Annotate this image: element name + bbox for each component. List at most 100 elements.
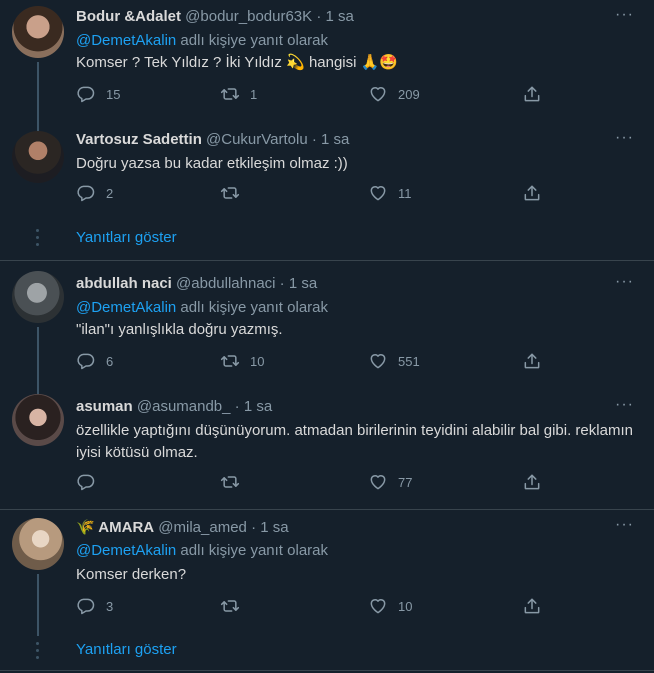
retweet-button[interactable]: 1	[220, 84, 257, 104]
reply-button[interactable]: 2	[76, 183, 113, 203]
tweet-header: 🌾 AMARA @mila_amed · 1 sa	[76, 518, 289, 536]
tweet-text: özellikle yaptığını düşünüyorum. atmadan…	[76, 422, 633, 461]
display-name[interactable]: asuman	[76, 398, 133, 415]
share-button[interactable]	[522, 84, 542, 104]
avatar[interactable]	[12, 518, 64, 570]
share-icon	[522, 183, 542, 203]
display-name[interactable]: abdullah naci	[76, 275, 172, 292]
retweet-count: 10	[250, 353, 265, 369]
retweet-icon	[220, 351, 240, 371]
retweet-button[interactable]	[220, 472, 250, 492]
username[interactable]: @bodur_bodur63K	[185, 8, 312, 25]
reply-button[interactable]: 15	[76, 84, 120, 104]
share-icon	[522, 84, 542, 104]
retweet-icon	[220, 472, 240, 492]
reply-icon	[76, 351, 96, 371]
tweet-header: asuman @asumandb_ · 1 sa	[76, 398, 272, 415]
share-button[interactable]	[522, 472, 542, 492]
display-name[interactable]: Vartosuz Sadettin	[76, 131, 202, 148]
separator-dot: ·	[251, 519, 257, 536]
like-count: 11	[398, 185, 412, 201]
tweet[interactable]: Vartosuz Sadettin @CukurVartolu · 1 sa ·…	[0, 125, 654, 260]
mention-link[interactable]: @DemetAkalin	[76, 542, 176, 559]
tweet[interactable]: asuman @asumandb_ · 1 sa ··· özellikle y…	[0, 390, 654, 509]
display-name[interactable]: Bodur &Adalet	[76, 8, 181, 25]
like-icon	[368, 351, 388, 371]
tweet[interactable]: Bodur &Adalet @bodur_bodur63K · 1 sa ···…	[0, 0, 654, 125]
like-button[interactable]: 209	[368, 84, 420, 104]
reply-context-label: adlı kişiye yanıt olarak	[176, 542, 329, 559]
reply-button[interactable]	[76, 472, 106, 492]
more-icon[interactable]: ···	[615, 516, 634, 534]
more-icon[interactable]: ···	[615, 129, 634, 147]
username[interactable]: @abdullahnaci	[176, 275, 275, 292]
tweet-actions: 15 1 209	[76, 84, 556, 108]
tweet[interactable]: 🌾 AMARA @mila_amed · 1 sa ··· @DemetAkal…	[0, 510, 654, 673]
avatar[interactable]	[12, 271, 64, 323]
thread-line	[37, 62, 39, 125]
timestamp[interactable]: 1 sa	[260, 519, 288, 536]
like-button[interactable]: 10	[368, 596, 412, 616]
thread-line	[37, 327, 39, 390]
username[interactable]: @CukurVartolu	[206, 131, 308, 148]
reply-button[interactable]: 3	[76, 596, 113, 616]
reply-count: 3	[106, 598, 114, 614]
tweet-actions: 77	[76, 472, 556, 496]
avatar[interactable]	[12, 131, 64, 183]
like-button[interactable]: 11	[368, 183, 412, 203]
tweet-text: Doğru yazsa bu kadar etkileşim olmaz :))	[76, 155, 348, 172]
reply-context: @DemetAkalin adlı kişiye yanıt olarak	[76, 299, 328, 316]
like-count: 551	[398, 353, 420, 369]
separator-dot: ·	[311, 131, 317, 148]
mention-link[interactable]: @DemetAkalin	[76, 32, 176, 49]
retweet-button[interactable]	[220, 596, 250, 616]
share-button[interactable]	[522, 351, 542, 371]
like-icon	[368, 183, 388, 203]
thread-dots	[36, 229, 39, 250]
retweet-icon	[220, 84, 240, 104]
thread-dots	[36, 642, 39, 663]
retweet-button[interactable]	[220, 183, 250, 203]
username[interactable]: @mila_amed	[158, 519, 247, 536]
show-replies-link[interactable]: Yanıtları göster	[76, 641, 177, 658]
reply-icon	[76, 84, 96, 104]
reply-button[interactable]: 6	[76, 351, 113, 371]
like-button[interactable]: 551	[368, 351, 420, 371]
retweet-button[interactable]: 10	[220, 351, 264, 371]
share-icon	[522, 596, 542, 616]
tweet-actions: 3 10	[76, 596, 556, 620]
more-icon[interactable]: ···	[615, 6, 634, 24]
timestamp[interactable]: 1 sa	[244, 398, 272, 415]
mention-link[interactable]: @DemetAkalin	[76, 299, 176, 316]
tweet-header: abdullah naci @abdullahnaci · 1 sa	[76, 275, 317, 292]
like-count: 209	[398, 86, 420, 102]
tweet-header: Bodur &Adalet @bodur_bodur63K · 1 sa	[76, 8, 354, 25]
reply-context: @DemetAkalin adlı kişiye yanıt olarak	[76, 542, 328, 559]
more-icon[interactable]: ···	[615, 396, 634, 414]
timestamp[interactable]: 1 sa	[321, 131, 349, 148]
display-name[interactable]: 🌾 AMARA	[76, 519, 154, 536]
conversation-divider	[0, 670, 654, 671]
reply-icon	[76, 596, 96, 616]
reply-context-label: adlı kişiye yanıt olarak	[176, 32, 329, 49]
more-icon[interactable]: ···	[615, 273, 634, 291]
tweet[interactable]: abdullah naci @abdullahnaci · 1 sa ··· @…	[0, 261, 654, 390]
share-button[interactable]	[522, 596, 542, 616]
like-count: 10	[398, 598, 413, 614]
username[interactable]: @asumandb_	[137, 398, 231, 415]
share-button[interactable]	[522, 183, 542, 203]
thread-line	[37, 574, 39, 636]
avatar[interactable]	[12, 394, 64, 446]
retweet-count: 1	[250, 86, 258, 102]
reply-context-label: adlı kişiye yanıt olarak	[176, 299, 329, 316]
separator-dot: ·	[316, 8, 322, 25]
like-button[interactable]: 77	[368, 472, 412, 492]
like-icon	[368, 472, 388, 492]
timestamp[interactable]: 1 sa	[326, 8, 354, 25]
timestamp[interactable]: 1 sa	[289, 275, 317, 292]
like-icon	[368, 596, 388, 616]
separator-dot: ·	[234, 398, 240, 415]
like-icon	[368, 84, 388, 104]
show-replies-link[interactable]: Yanıtları göster	[76, 229, 177, 246]
avatar[interactable]	[12, 6, 64, 58]
